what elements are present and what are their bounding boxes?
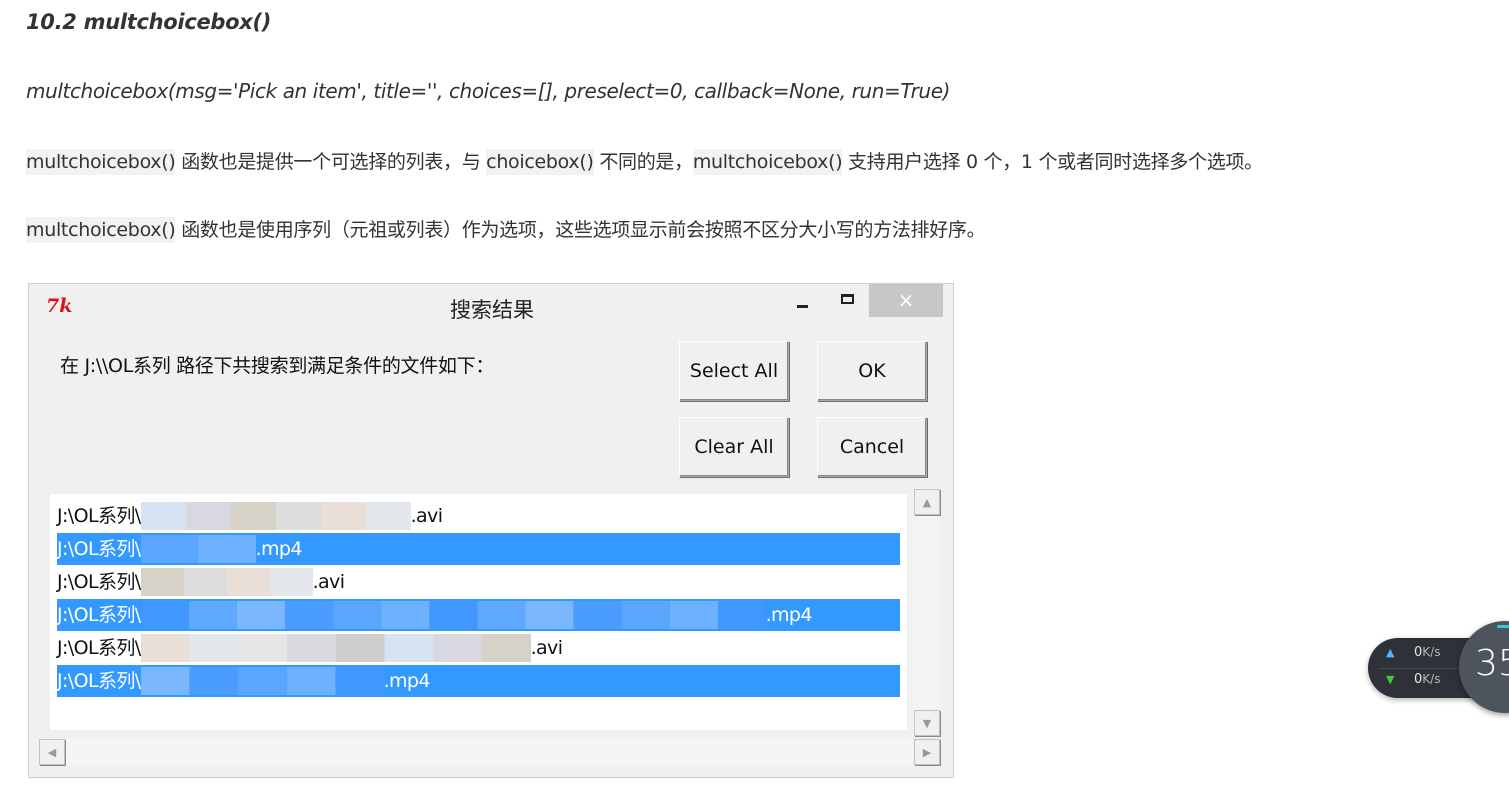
list-item[interactable]: J:\OL系列\ .mp4 (57, 533, 900, 565)
paragraph-text: 函数也是使用序列（元祖或列表）作为选项，这些选项显示前会按照不区分大小写的方法排… (175, 219, 986, 241)
inline-code: multchoicebox() (692, 149, 843, 175)
list-item[interactable]: J:\OL系列\ .avi (57, 566, 900, 598)
file-path-prefix: J:\OL系列\ (57, 538, 141, 560)
close-button[interactable]: × (869, 284, 943, 317)
minimize-button[interactable] (789, 284, 817, 317)
tk-dialog-window: 7k 搜索结果 × 在 J:\\OL系列 路径下共搜索到满足条件的文件如下： S… (28, 283, 954, 778)
horizontal-scrollbar[interactable]: ◀ ▶ (39, 738, 940, 766)
ok-button[interactable]: OK (817, 341, 927, 401)
maximize-button[interactable] (833, 284, 861, 317)
list-item[interactable]: J:\OL系列\ .mp4 (57, 599, 900, 631)
file-path-prefix: J:\OL系列\ (57, 505, 141, 527)
clear-all-button[interactable]: Clear All (679, 417, 789, 477)
list-item[interactable]: J:\OL系列\ .mp4 (57, 665, 900, 697)
inline-code: multchoicebox() (26, 149, 176, 175)
scroll-right-arrow-icon[interactable]: ▶ (914, 739, 940, 765)
file-extension: .avi (312, 571, 345, 593)
cancel-button[interactable]: Cancel (817, 417, 927, 477)
file-extension: .mp4 (255, 538, 303, 560)
list-item[interactable]: J:\OL系列\ .avi (57, 500, 900, 532)
inline-code: choicebox() (486, 149, 594, 175)
file-extension: .mp4 (765, 604, 813, 626)
function-signature: multchoicebox(msg='Pick an item', title=… (26, 79, 951, 103)
redacted-filename (140, 502, 411, 530)
file-path-prefix: J:\OL系列\ (57, 670, 141, 692)
file-path-prefix: J:\OL系列\ (57, 571, 141, 593)
download-speed: ▼ 0K/s (1386, 672, 1440, 687)
file-path-prefix: J:\OL系列\ (57, 637, 141, 659)
paragraph-text: 函数也是提供一个可选择的列表，与 (175, 151, 487, 173)
dialog-message: 在 J:\\OL系列 路径下共搜索到满足条件的文件如下： (60, 355, 495, 377)
scroll-down-arrow-icon[interactable]: ▼ (914, 710, 940, 736)
redacted-filename (140, 667, 384, 695)
scroll-up-arrow-icon[interactable]: ▲ (914, 489, 940, 515)
section-heading: 10.2 multchoicebox() (26, 10, 272, 34)
upload-arrow-icon: ▲ (1386, 646, 1395, 659)
paragraph-text: 支持用户选择 0 个，1 个或者同时选择多个选项。 (842, 151, 1263, 173)
redacted-filename (140, 601, 766, 629)
redacted-filename (140, 634, 531, 662)
download-arrow-icon: ▼ (1386, 673, 1395, 686)
badge-number: 35 (1475, 643, 1509, 684)
inline-code: multchoicebox() (26, 217, 176, 243)
file-extension: .avi (410, 505, 443, 527)
upload-speed: ▲ 0K/s (1386, 645, 1440, 660)
file-listbox[interactable]: J:\OL系列\ .avi J:\OL系列\ .mp4 J:\OL系列\ .avi J:\O… (50, 494, 907, 730)
download-unit: K/s (1422, 672, 1441, 686)
redacted-filename (140, 568, 313, 596)
vertical-scrollbar[interactable]: ▲ ▼ (913, 488, 941, 736)
scroll-left-arrow-icon[interactable]: ◀ (39, 739, 65, 765)
title-bar[interactable]: 7k 搜索结果 × (29, 284, 953, 330)
file-extension: .mp4 (383, 670, 431, 692)
paragraph-text: 不同的是， (593, 151, 693, 173)
divider (1378, 668, 1459, 669)
list-item[interactable]: J:\OL系列\ .avi (57, 632, 900, 664)
paragraph-description: multchoicebox() 函数也是提供一个可选择的列表，与 choiceb… (26, 147, 1263, 175)
ball-indicator (1497, 625, 1509, 628)
select-all-button[interactable]: Select All (679, 341, 789, 401)
paragraph-sorting: multchoicebox() 函数也是使用序列（元祖或列表）作为选项，这些选项… (26, 215, 986, 243)
redacted-filename (140, 535, 256, 563)
upload-unit: K/s (1422, 645, 1441, 659)
speed-ball-badge[interactable]: 35 (1459, 621, 1509, 713)
file-path-prefix: J:\OL系列\ (57, 604, 141, 626)
file-extension: .avi (530, 637, 563, 659)
